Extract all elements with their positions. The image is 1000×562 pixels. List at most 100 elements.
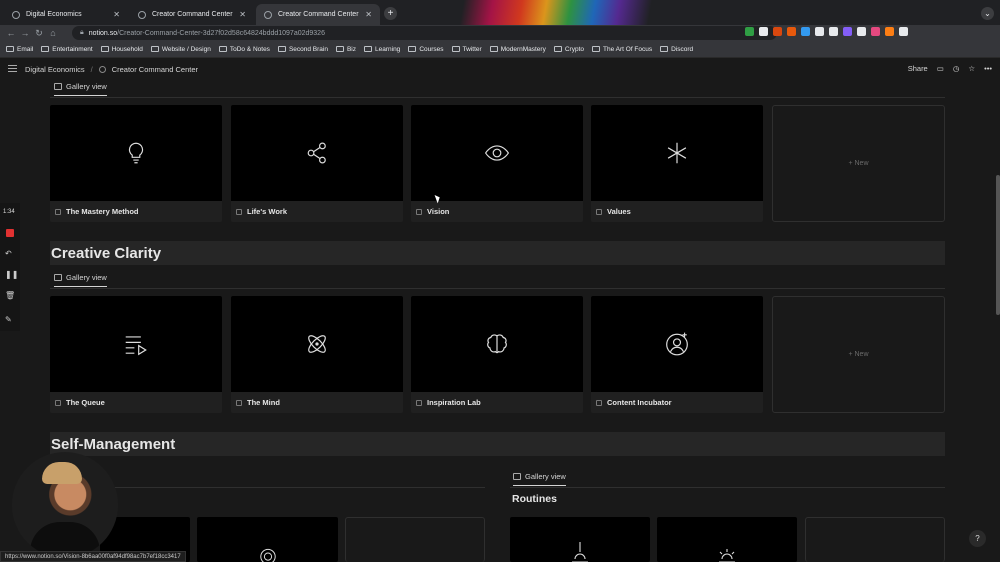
breadcrumb-item[interactable]: Creator Command Center [112,65,198,74]
close-tab-icon[interactable]: ✕ [365,10,372,19]
back-arrow-icon[interactable]: ← [4,28,18,38]
folder-icon [218,46,227,52]
new-card-button[interactable] [345,517,485,562]
extension-icon[interactable] [885,27,894,36]
folder-icon [41,46,50,52]
pause-icon[interactable]: ❚❚ [5,270,18,279]
extension-icon[interactable] [815,27,824,36]
card-cover [591,296,763,392]
extension-icon[interactable] [857,27,866,36]
favorite-star-icon[interactable]: ☆ [968,64,975,73]
undo-icon[interactable]: ↶ [5,249,12,258]
pen-icon[interactable]: ✎ [5,315,12,324]
help-button[interactable]: ? [969,530,986,547]
extension-icon[interactable] [773,27,782,36]
bookmark-item[interactable]: Email [6,46,33,53]
forward-arrow-icon[interactable]: → [18,28,32,38]
page-icon [416,208,422,215]
extension-icon[interactable] [801,27,810,36]
home-icon[interactable]: ⌂ [46,28,60,38]
view-label: Gallery view [66,82,107,91]
tab-title: Creator Command Center [152,11,233,18]
gallery-card[interactable] [657,517,797,562]
bookmark-item[interactable]: Discord [660,46,693,53]
gallery-card[interactable]: Vision [411,105,583,222]
new-card-button[interactable]: + New [772,296,945,413]
bookmark-label: Biz [346,45,356,53]
close-tab-icon[interactable]: ✕ [239,10,246,19]
gallery-card[interactable]: Content Incubator [591,296,763,413]
view-label: Gallery view [525,472,566,481]
history-icon[interactable]: ◷ [953,64,960,73]
bookmark-label: Email [17,45,34,53]
tab-search-icon[interactable]: ⌄ [981,7,994,20]
extension-icon[interactable] [899,27,908,36]
card-cover [50,296,222,392]
share-button[interactable]: Share [908,64,928,73]
lightbulb-icon [128,142,144,164]
target-icon [259,548,276,562]
tab-title: Creator Command Center [278,11,359,18]
bookmark-label: ModernMastery [500,45,546,53]
close-tab-icon[interactable]: ✕ [113,10,120,19]
page-icon [236,399,242,406]
card-cover [591,105,763,201]
bookmark-item[interactable]: Website / Design [150,46,211,53]
gallery-card[interactable]: Inspiration Lab [411,296,583,413]
trash-icon[interactable]: 🗑︎ [5,291,15,300]
bookmark-item[interactable]: Second Brain [277,46,328,53]
address-bar[interactable]: 🔒︎ notion.so/Creator-Command-Center-3d27… [72,26,777,40]
page-icon [55,208,61,215]
extension-icon[interactable] [829,27,838,36]
extension-icon[interactable] [745,27,754,36]
comments-icon[interactable]: ▭ [937,64,944,73]
card-cover [411,105,583,201]
browser-tab-active[interactable]: Creator Command Center ✕ [256,4,380,25]
gallery-icon [54,274,62,281]
gallery-card[interactable]: The Queue [50,296,222,413]
gallery-card[interactable] [197,517,338,562]
bookmark-label: Household [111,45,143,53]
stop-recording-icon[interactable] [6,229,14,237]
bookmark-item[interactable]: The Art Of Focus [592,46,652,53]
bookmark-item[interactable]: Twitter [451,46,482,53]
extension-icon[interactable] [843,27,852,36]
gallery-card[interactable]: Life's Work [231,105,403,222]
bookmark-item[interactable]: Learning [364,46,400,53]
browser-tab[interactable]: Digital Economics ✕ [4,4,128,25]
gallery-view-tab[interactable]: Gallery view [54,82,107,96]
new-card-button[interactable]: + New [772,105,945,222]
browser-tab[interactable]: Creator Command Center ✕ [130,4,254,25]
reload-icon[interactable]: ↻ [32,28,46,39]
extension-icon[interactable] [871,27,880,36]
new-card-button[interactable] [805,517,945,562]
divider [510,487,945,488]
gallery-view-tab[interactable]: Gallery view [513,472,566,486]
gallery-card[interactable] [510,517,650,562]
extension-icon[interactable] [759,27,768,36]
scrollbar[interactable] [996,175,1000,315]
bookmark-item[interactable]: Biz [335,45,356,53]
notion-favicon-icon [138,10,146,19]
card-cover [657,517,797,562]
bookmark-label: Learning [375,45,401,53]
bookmark-item[interactable]: Courses [408,46,444,53]
bookmark-item[interactable]: Crypto [553,45,584,53]
extension-icon[interactable] [787,27,796,36]
bookmark-item[interactable]: Entertainment [41,46,93,53]
gallery-view-tab[interactable]: Gallery view [54,273,107,287]
bookmark-item[interactable]: ModernMastery [489,45,546,53]
gallery-card[interactable]: The Mastery Method [50,105,222,222]
folder-icon [150,46,159,52]
bookmark-item[interactable]: ToDo & Notes [218,46,270,53]
extensions-row [745,27,908,36]
breadcrumb-item[interactable]: Digital Economics [25,65,85,74]
bookmark-item[interactable]: Household [100,45,143,53]
gallery-card[interactable]: Values [591,105,763,222]
gallery-card[interactable]: The Mind [231,296,403,413]
bookmark-label: Crypto [564,45,584,53]
new-tab-button[interactable]: + [384,7,397,20]
notion-topbar: Digital Economics / Creator Command Cent… [0,59,1000,79]
sidebar-menu-icon[interactable] [8,65,17,72]
more-options-icon[interactable]: ••• [984,64,992,73]
